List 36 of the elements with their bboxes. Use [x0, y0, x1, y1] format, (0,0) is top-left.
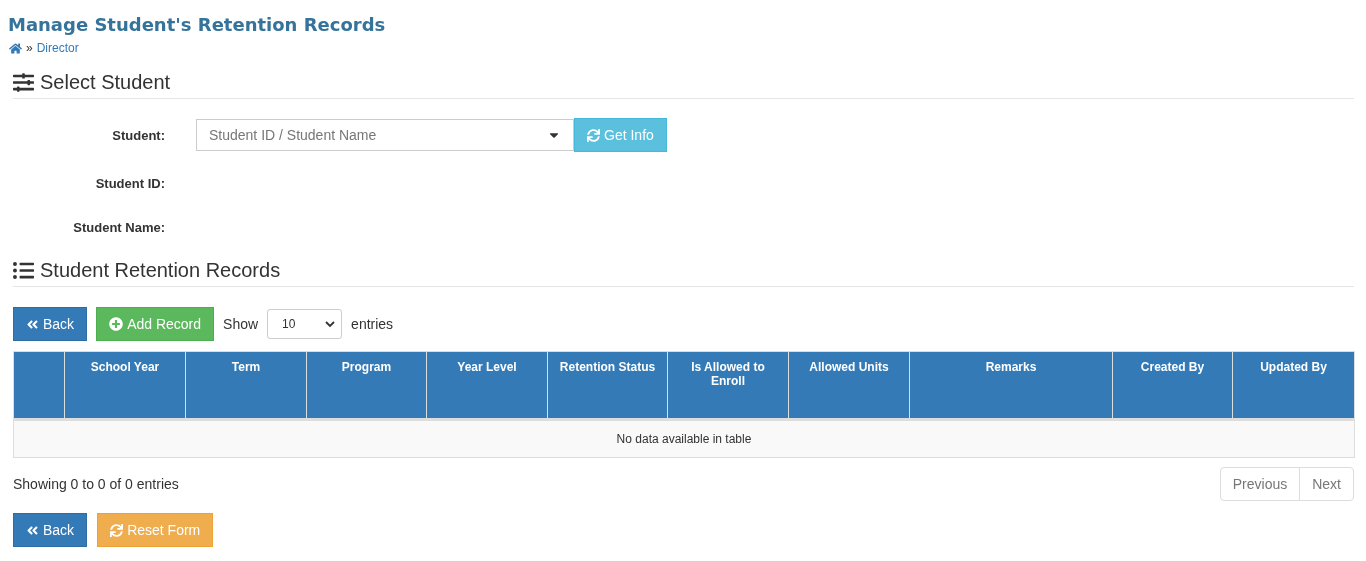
column-header[interactable]: Year Level — [426, 351, 548, 420]
entries-label: entries — [351, 316, 394, 332]
add-record-button[interactable]: Add Record — [96, 307, 215, 341]
refresh-icon — [110, 523, 124, 537]
chevron-down-icon — [325, 320, 336, 328]
column-header[interactable]: Allowed Units — [788, 351, 910, 420]
double-chevron-left-icon — [26, 523, 39, 537]
page-title: Manage Student's Retention Records — [8, 14, 387, 35]
double-chevron-left-icon — [26, 317, 39, 331]
field-label: Student: — [111, 127, 165, 143]
column-header[interactable]: Retention Status — [547, 351, 668, 420]
column-header[interactable]: Remarks — [909, 351, 1113, 420]
table-info: Showing 0 to 0 of 0 entries — [13, 476, 179, 492]
column-header[interactable]: School Year — [64, 351, 186, 420]
column-header[interactable]: Updated By — [1232, 351, 1355, 420]
breadcrumb-separator: » — [26, 41, 33, 55]
empty-table-message: No data available in table — [13, 419, 1355, 458]
column-header[interactable]: Term — [185, 351, 307, 420]
refresh-icon — [587, 128, 600, 142]
section-title: Student Retention Records — [40, 259, 281, 282]
back-button[interactable]: Back — [13, 513, 88, 547]
back-button[interactable]: Back — [13, 307, 88, 341]
column-header[interactable]: Created By — [1112, 351, 1233, 420]
section-title: Select Student — [40, 71, 171, 94]
field-label: Student Name: — [72, 219, 165, 235]
header-cell — [13, 351, 65, 420]
list-icon — [13, 260, 34, 281]
home-icon[interactable] — [9, 41, 22, 55]
page-size-select[interactable]: 10 — [267, 309, 343, 339]
column-header[interactable]: Program — [306, 351, 427, 420]
column-header[interactable]: Is Allowed to Enroll — [667, 351, 789, 420]
show-label: Show — [223, 316, 259, 332]
breadcrumb-link[interactable]: Director — [36, 41, 79, 55]
sliders-icon — [13, 72, 34, 93]
field-label: Student ID: — [94, 175, 165, 191]
student-select[interactable]: Student ID / Student Name — [196, 119, 574, 151]
